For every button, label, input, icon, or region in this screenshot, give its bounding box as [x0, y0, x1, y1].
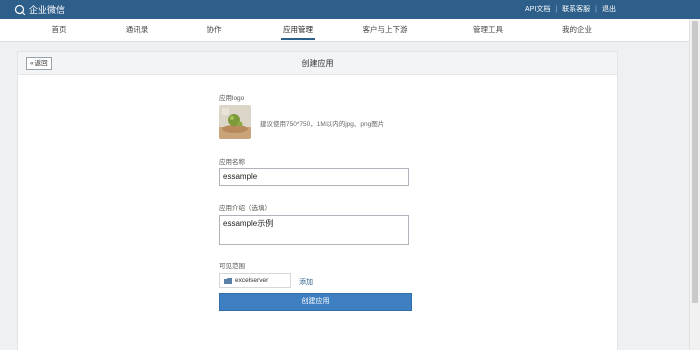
main-nav: 首页 通讯录 协作 应用管理 客户与上下游 管理工具 我的企业 — [0, 19, 700, 42]
logo-label: 应用logo — [219, 95, 245, 102]
page-title: 创建应用 — [301, 59, 334, 68]
folder-icon — [224, 277, 232, 284]
nav-my-enterprise[interactable]: 我的企业 — [562, 19, 592, 41]
nav-management-tools[interactable]: 管理工具 — [473, 19, 503, 41]
description-label: 应用介绍（选填） — [219, 205, 271, 212]
top-bar: 企业微信 API文档 | 联系客服 | 退出 — [0, 0, 700, 19]
visibility-member-tag: excelserver — [219, 273, 291, 288]
nav-contacts[interactable]: 通讯录 — [126, 19, 149, 41]
contact-support-link[interactable]: 联系客服 — [562, 4, 590, 14]
cactus-image-icon — [219, 105, 251, 139]
app-name-input[interactable]: essample — [219, 168, 409, 186]
panel-header: « 返回 创建应用 — [18, 52, 617, 75]
brand-name: 企业微信 — [29, 5, 66, 15]
scrollbar-thumb[interactable] — [692, 21, 698, 303]
nav-collaboration[interactable]: 协作 — [207, 19, 222, 41]
visibility-tag-label: excelserver — [235, 277, 269, 284]
app-logo-upload[interactable] — [219, 105, 251, 139]
divider: | — [555, 5, 558, 13]
logo-hint: 建议使用750*750，1M以内的jpg、png图片 — [260, 121, 385, 128]
create-app-panel: « 返回 创建应用 应用logo 建议使用750*750，1M以内的jpg、pn… — [17, 51, 618, 350]
top-links: API文档 | 联系客服 | 退出 — [525, 4, 616, 14]
visibility-label: 可见范围 — [219, 263, 245, 270]
api-docs-link[interactable]: API文档 — [525, 4, 550, 14]
wework-logo-icon — [14, 4, 26, 15]
create-app-button[interactable]: 创建应用 — [219, 293, 412, 311]
brand[interactable]: 企业微信 — [14, 2, 65, 17]
page-scrollbar[interactable] — [689, 19, 700, 349]
name-label: 应用名称 — [219, 159, 245, 166]
nav-customers-upstream-downstream[interactable]: 客户与上下游 — [363, 19, 408, 41]
nav-home[interactable]: 首页 — [52, 19, 67, 41]
logout-link[interactable]: 退出 — [602, 4, 616, 14]
nav-app-management[interactable]: 应用管理 — [281, 19, 315, 41]
add-visibility-link[interactable]: 添加 — [299, 277, 313, 287]
divider: | — [595, 5, 597, 13]
app-description-textarea[interactable]: essample示例 — [219, 215, 409, 245]
